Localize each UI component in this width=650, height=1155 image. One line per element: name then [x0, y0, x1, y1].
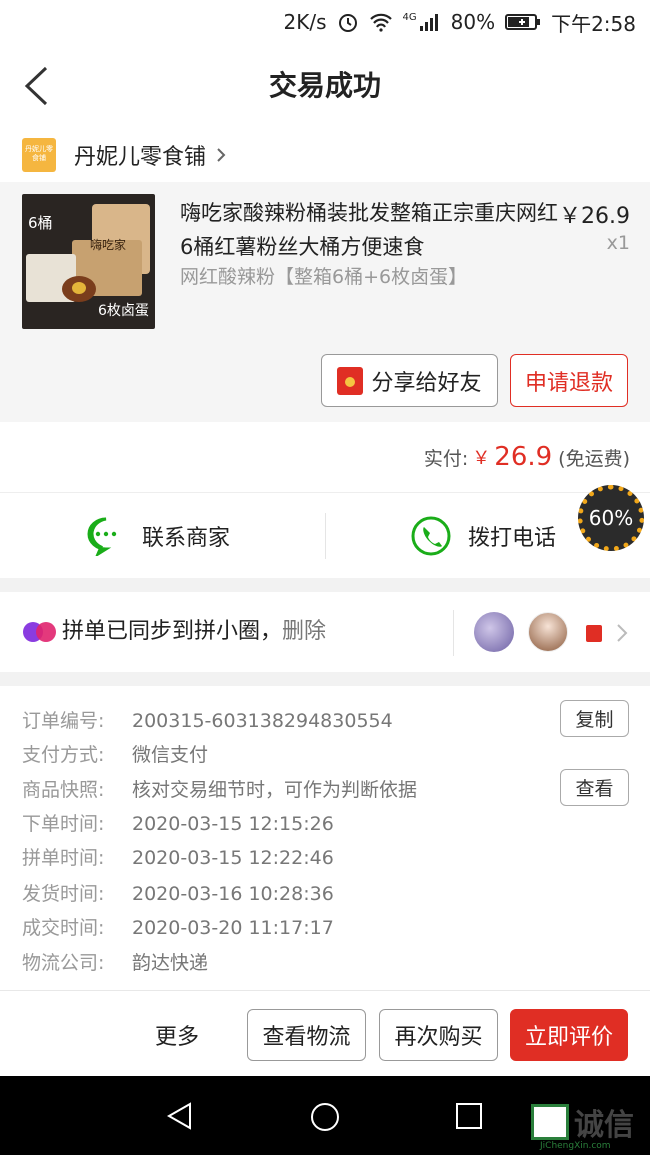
watermark-text: 诚信	[574, 1108, 634, 1143]
progress-label: 60%	[588, 506, 634, 530]
product-spec: 网红酸辣粉【整箱6桶+6枚卤蛋】	[180, 266, 468, 288]
product-price: ￥26.9	[559, 204, 630, 229]
sync-delete-link[interactable]: 删除	[282, 619, 326, 644]
product-quantity: x1	[606, 232, 630, 254]
signal-icon	[419, 14, 438, 31]
call-phone-button[interactable]: 拨打电话	[410, 493, 556, 579]
more-button[interactable]: 更多	[155, 1019, 199, 1051]
shop-row[interactable]: 丹妮儿零食铺 丹妮儿零食铺	[0, 128, 650, 182]
wifi-icon	[369, 13, 392, 32]
info-row-order-number: 订单编号: 200315-603138294830554	[22, 710, 393, 732]
share-button-label: 分享给好友	[371, 370, 482, 396]
buy-again-button[interactable]: 再次购买	[379, 1009, 498, 1061]
divider	[453, 610, 454, 656]
product-title: 嗨吃家酸辣粉桶装批发整箱正宗重庆网红6桶红薯粉丝大桶方便速食	[180, 201, 558, 259]
bottom-action-bar: 更多 查看物流 再次购买 立即评价	[0, 990, 650, 1076]
view-logistics-button[interactable]: 查看物流	[247, 1009, 366, 1061]
info-row-courier: 物流公司: 韵达快递	[22, 952, 209, 974]
refund-button[interactable]: 申请退款	[510, 354, 628, 407]
payment-amount: 26.9	[494, 442, 553, 472]
sync-text: 拼单已同步到拼小圈，	[62, 619, 283, 644]
back-arrow-icon[interactable]	[24, 66, 48, 106]
info-row-deal-time: 成交时间: 2020-03-20 11:17:17	[22, 917, 334, 939]
nav-back-icon[interactable]	[166, 1102, 194, 1130]
page-title: 交易成功	[268, 69, 381, 102]
network-type: 4G	[402, 11, 417, 23]
payment-summary: 实付: ￥ 26.9 (免运费)	[0, 422, 650, 492]
copy-button[interactable]: 复制	[560, 700, 629, 737]
shop-logo-text: 丹妮儿零食铺	[25, 145, 53, 162]
chevron-right-icon	[617, 624, 628, 642]
section-divider	[0, 672, 650, 686]
contact-merchant-button[interactable]: 联系商家	[86, 493, 230, 579]
info-row-order-time: 下单时间: 2020-03-15 12:15:26	[22, 813, 334, 835]
red-packet-icon	[586, 625, 602, 642]
alarm-icon	[338, 14, 357, 32]
nav-home-icon[interactable]	[310, 1102, 340, 1132]
divider	[325, 513, 326, 559]
refund-button-label: 申请退款	[524, 370, 613, 396]
chevron-right-icon	[217, 148, 226, 162]
watermark-logo	[531, 1104, 569, 1140]
view-snapshot-label: 查看	[575, 778, 614, 800]
watermark-subtext: JiChengXin.com	[540, 1141, 611, 1151]
info-row-group-time: 拼单时间: 2020-03-15 12:22:46	[22, 847, 334, 869]
view-snapshot-button[interactable]: 查看	[560, 769, 629, 806]
progress-ring[interactable]: 60%	[578, 485, 644, 551]
info-row-snapshot: 商品快照: 核对交易细节时，可作为判断依据	[22, 779, 418, 801]
info-row-payment: 支付方式: 微信支付	[22, 744, 209, 766]
contact-merchant-label: 联系商家	[142, 526, 231, 551]
sync-row[interactable]: 拼单已同步到拼小圈，删除	[0, 592, 650, 672]
sync-message: 拼单已同步到拼小圈，删除	[62, 592, 326, 672]
order-info: 订单编号: 200315-603138294830554 支付方式: 微信支付 商品…	[0, 686, 650, 990]
red-packet-icon	[337, 366, 364, 395]
pin-circle-icon	[23, 622, 56, 642]
view-logistics-label: 查看物流	[262, 1025, 351, 1050]
buy-again-label: 再次购买	[394, 1025, 483, 1050]
title-bar: 交易成功	[0, 44, 650, 128]
goods-card[interactable]: 6桶 嗨吃家 6枚卤蛋 嗨吃家酸辣粉桶装批发整箱正宗重庆网红6桶红薯粉丝大桶方便…	[0, 182, 650, 422]
review-label: 立即评价	[524, 1025, 613, 1050]
payment-currency: ￥	[472, 448, 491, 469]
status-bar: 2K/s 4G 80% 下午2:58	[0, 0, 650, 44]
image-tag-bottom: 6枚卤蛋	[98, 303, 149, 319]
avatar[interactable]	[528, 612, 568, 652]
share-button[interactable]: 分享给好友	[321, 354, 498, 407]
avatar[interactable]	[474, 612, 514, 652]
info-row-ship-time: 发货时间: 2020-03-16 10:28:36	[22, 883, 334, 905]
battery-percent: 80%	[450, 10, 496, 34]
copy-button-label: 复制	[575, 709, 614, 731]
image-brand: 嗨吃家	[90, 238, 127, 252]
review-button[interactable]: 立即评价	[510, 1009, 628, 1061]
nav-recents-icon[interactable]	[456, 1103, 482, 1129]
image-tag-top: 6桶	[28, 214, 53, 232]
shipping-note: (免运费)	[558, 447, 630, 470]
payment-label: 实付:	[423, 447, 469, 470]
chat-bubble-icon	[87, 517, 117, 556]
contact-bar: 联系商家 拨打电话	[0, 492, 650, 578]
section-divider	[0, 578, 650, 592]
shop-logo: 丹妮儿零食铺	[22, 138, 56, 172]
shop-name: 丹妮儿零食铺	[74, 145, 207, 170]
network-speed: 2K/s	[283, 10, 327, 34]
clock: 下午2:58	[551, 11, 636, 36]
product-image[interactable]: 6桶 嗨吃家 6枚卤蛋	[22, 194, 155, 329]
battery-icon	[505, 14, 541, 30]
phone-icon	[411, 516, 451, 556]
call-phone-label: 拨打电话	[468, 526, 557, 551]
